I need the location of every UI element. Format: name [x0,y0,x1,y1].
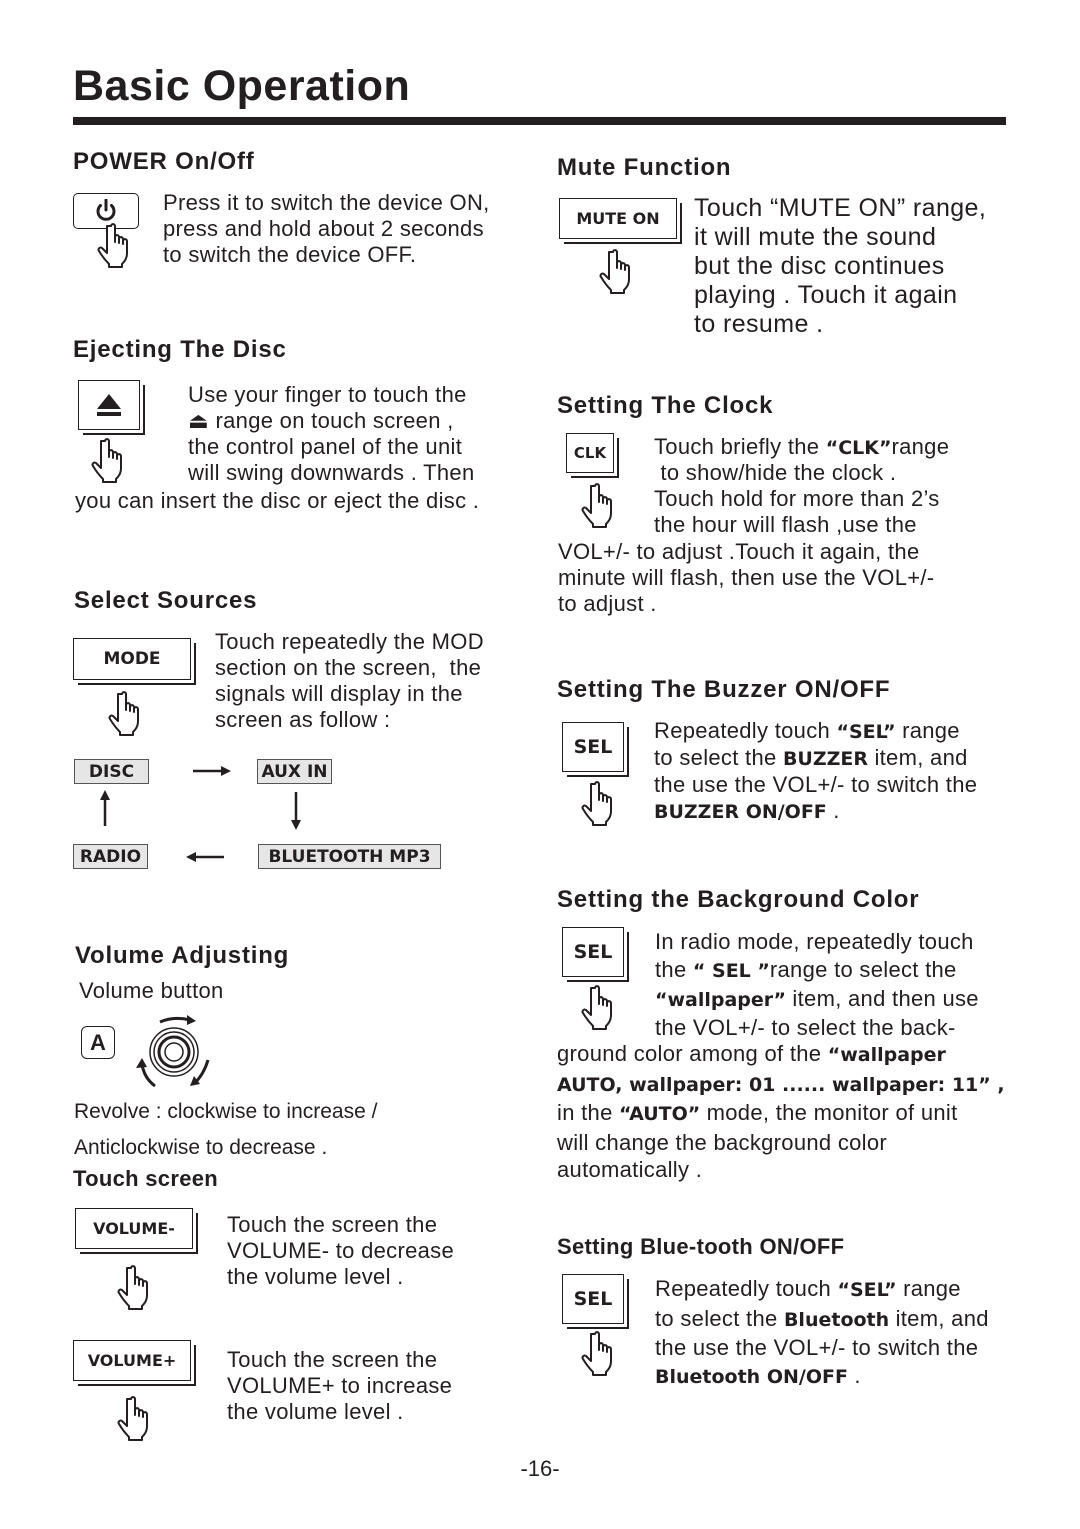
sel-button-background[interactable]: SEL [562,927,624,977]
volume-minus-button[interactable]: VOLUME- [75,1208,193,1249]
eject-description: Use your finger to touch the ⏏ range on … [188,382,475,485]
hand-pointer-icon [112,1395,152,1441]
buzzer-heading: Setting The Buzzer ON/OFF [557,676,891,703]
source-disc: DISC [74,759,149,784]
mute-heading: Mute Function [557,154,732,181]
background-description-full: ground color among of the “wallpaper AUT… [557,1041,1005,1182]
clock-heading: Setting The Clock [557,392,774,419]
hand-pointer-icon [103,690,143,736]
hand-pointer-icon [576,482,616,528]
volume-heading: Volume Adjusting [75,942,290,969]
arrow-left-icon [186,852,224,862]
source-bluetooth-mp3: BLUETOOTH MP3 [258,844,441,869]
eject-heading: Ejecting The Disc [73,336,287,363]
power-icon [96,199,116,221]
eject-description-continued: you can insert the disc or eject the dis… [75,488,480,513]
buzzer-description: Repeatedly touch “SEL” range to select t… [654,718,978,823]
hand-pointer-icon [86,437,126,483]
clk-button[interactable]: CLK [566,433,614,473]
touch-screen-heading: Touch screen [73,1166,219,1191]
volume-minus-description: Touch the screen the VOLUME- to decrease… [227,1212,455,1289]
hand-pointer-icon [576,984,616,1030]
mute-on-button[interactable]: MUTE ON [559,198,677,239]
source-aux-in: AUX IN [257,759,332,784]
volume-plus-button[interactable]: VOLUME+ [73,1340,191,1381]
title-divider [73,117,1006,125]
page-number: -16- [520,1456,560,1481]
revolve-text-line2: Anticlockwise to decrease . [74,1136,328,1159]
sources-heading: Select Sources [74,587,258,614]
sel-button-buzzer[interactable]: SEL [562,722,624,772]
sources-description: Touch repeatedly the MOD section on the … [215,629,484,732]
arrow-down-icon [291,792,301,830]
hand-pointer-icon [594,248,634,294]
mute-description: Touch “MUTE ON” range, it will mute the … [694,194,987,338]
sel-button-bluetooth[interactable]: SEL [562,1274,624,1324]
power-description: Press it to switch the device ON, press … [163,190,490,267]
volume-subheading: Volume button [79,978,224,1003]
bluetooth-description: Repeatedly touch “SEL” range to select t… [655,1276,989,1388]
revolve-text-line1: Revolve : clockwise to increase / [74,1100,378,1123]
bluetooth-heading: Setting Blue-tooth ON/OFF [557,1234,845,1259]
knob-label-a: A [81,1026,115,1059]
eject-icon [97,394,121,416]
page-title: Basic Operation [73,62,411,110]
clock-description-full: VOL+/- to adjust .Touch it again, the mi… [558,539,935,616]
hand-pointer-icon [92,222,132,268]
background-description-indented: In radio mode, repeatedly touch the “ SE… [655,929,979,1040]
eject-button[interactable] [78,380,140,430]
hand-pointer-icon [576,1330,616,1376]
source-radio: RADIO [73,844,148,869]
mode-button[interactable]: MODE [73,638,191,680]
arrow-up-icon [100,790,110,826]
hand-pointer-icon [112,1264,152,1310]
power-heading: POWER On/Off [73,148,255,175]
background-heading: Setting the Background Color [557,886,920,913]
clock-description-line1: Touch briefly the “CLK”range [654,434,950,459]
hand-pointer-icon [576,780,616,826]
arrow-right-icon [193,766,231,776]
clock-description-indented: to show/hide the clock . Touch hold for … [654,460,940,537]
volume-knob-icon[interactable] [132,1012,216,1088]
volume-plus-description: Touch the screen the VOLUME+ to increase… [227,1347,453,1424]
